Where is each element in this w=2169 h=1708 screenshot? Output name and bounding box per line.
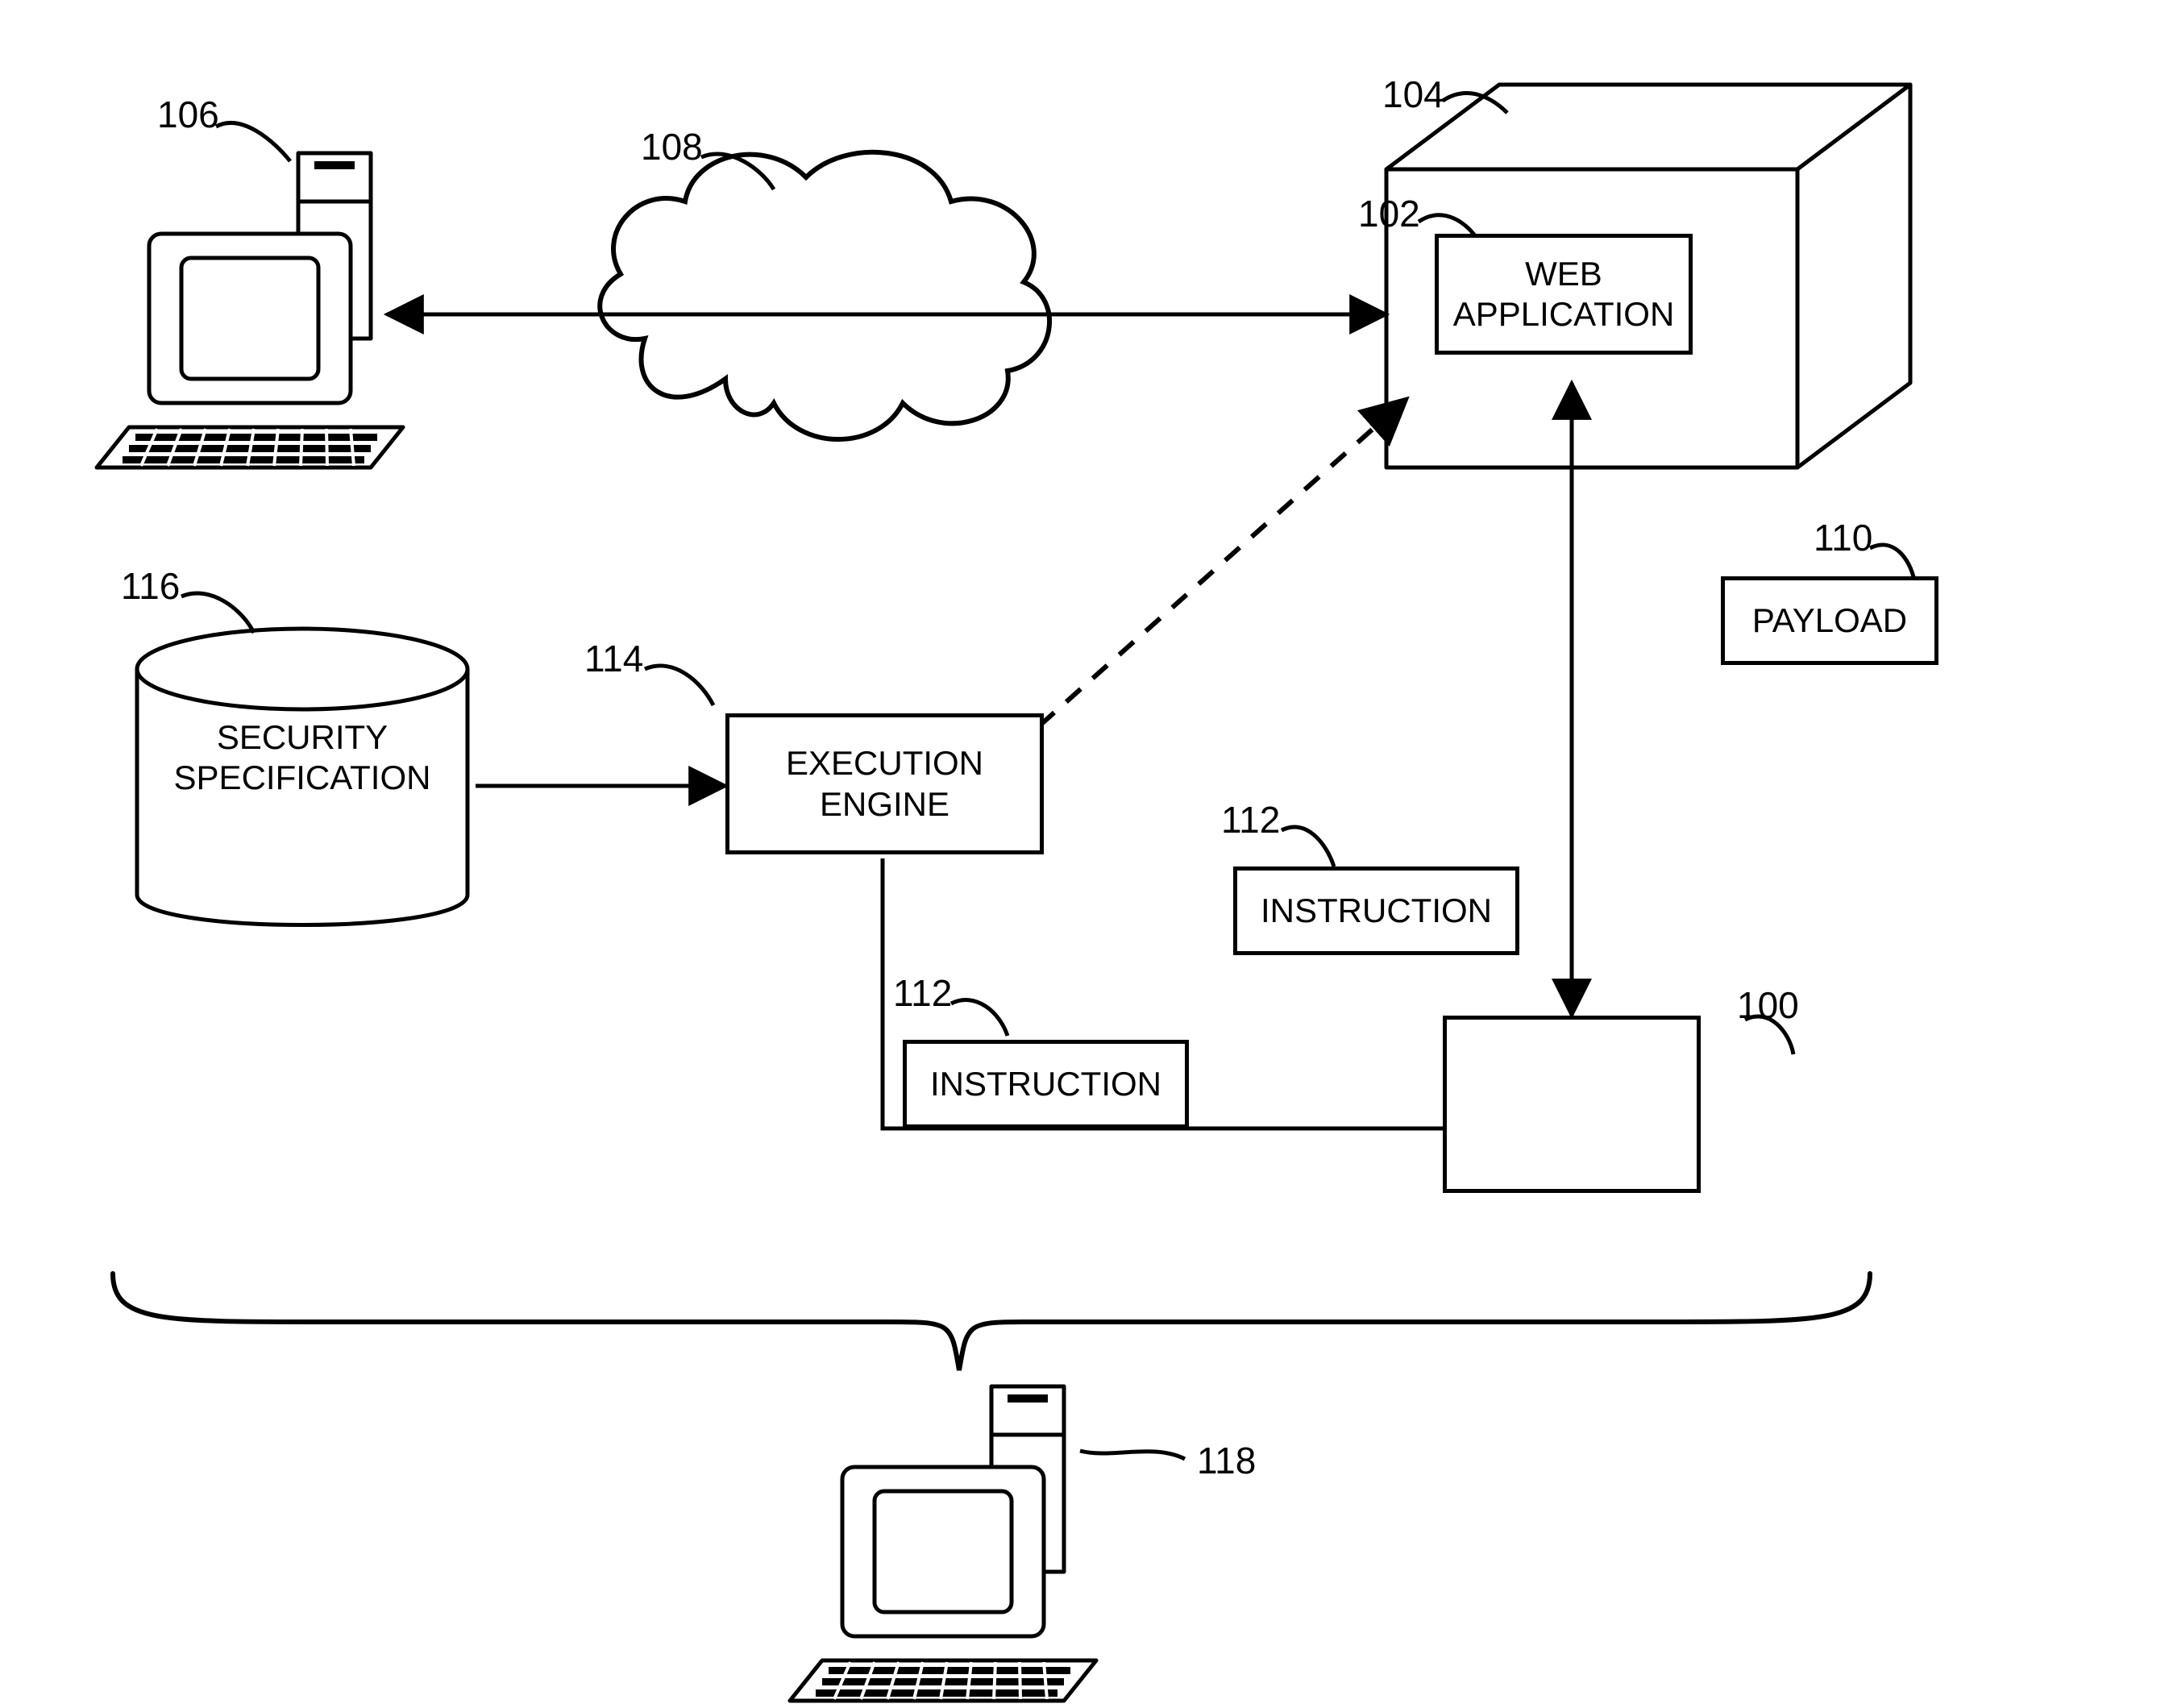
ref-104: 104 — [1382, 73, 1444, 116]
cloud-icon — [600, 152, 1049, 439]
payload-box: PAYLOAD — [1721, 576, 1938, 665]
instruction-box-left: INSTRUCTION — [903, 1040, 1189, 1128]
curly-brace-icon — [113, 1274, 1870, 1370]
web-application-box: WEB APPLICATION — [1435, 234, 1693, 355]
ref-106: 106 — [157, 93, 219, 136]
ref-112-right: 112 — [1221, 798, 1280, 842]
computer-bottom-icon — [790, 1386, 1096, 1701]
connector-engine-webapp-dashed — [1040, 399, 1407, 725]
execution-engine-box: EXECUTION ENGINE — [725, 713, 1044, 854]
security-specification-label: SECURITY SPECIFICATION — [137, 717, 467, 799]
box-100 — [1443, 1016, 1701, 1193]
instruction-box-right: INSTRUCTION — [1233, 866, 1519, 955]
ref-112-left: 112 — [893, 971, 952, 1015]
ref-110: 110 — [1814, 516, 1872, 559]
ref-118: 118 — [1197, 1439, 1256, 1482]
ref-100: 100 — [1737, 983, 1799, 1027]
ref-108: 108 — [641, 125, 703, 168]
ref-102: 102 — [1358, 192, 1420, 235]
ref-116: 116 — [121, 564, 180, 608]
svg-layer — [0, 0, 2169, 1708]
computer-top-left-icon — [97, 153, 403, 468]
ref-114: 114 — [584, 637, 643, 680]
diagram-canvas: WEB APPLICATION PAYLOAD EXECUTION ENGINE… — [0, 0, 2169, 1708]
